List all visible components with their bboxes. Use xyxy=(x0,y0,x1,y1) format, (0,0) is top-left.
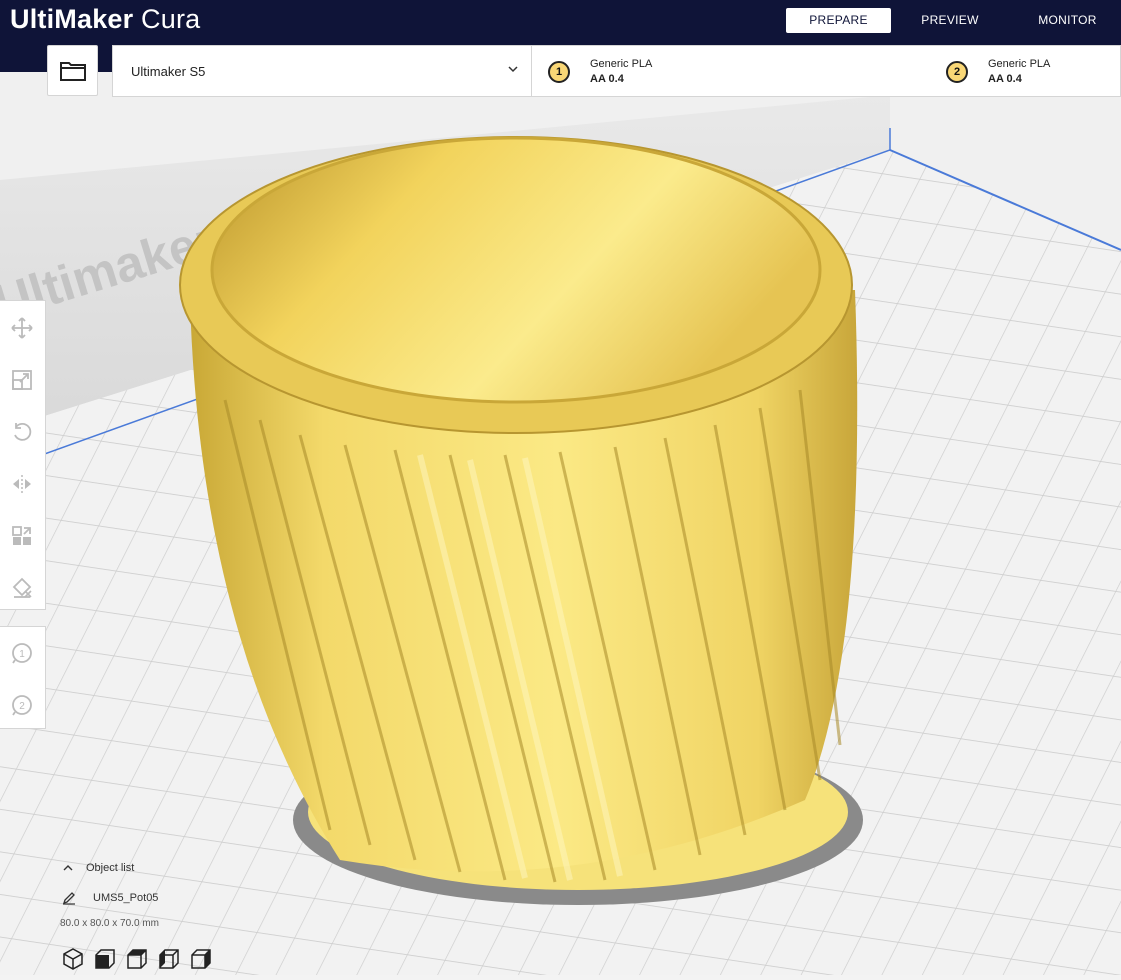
view-front-button[interactable] xyxy=(93,947,117,971)
mirror-tool-button[interactable] xyxy=(8,470,36,498)
view-3d-button[interactable] xyxy=(61,947,85,971)
support-blocker-icon xyxy=(12,577,32,598)
rotate-tool-button[interactable] xyxy=(8,418,36,446)
view-top-button[interactable] xyxy=(125,947,149,971)
build-plate-scene: Ultimaker S5 xyxy=(0,0,1121,975)
extruder-1-selector[interactable]: 1 Generic PLA AA 0.4 xyxy=(532,46,930,96)
pencil-icon[interactable] xyxy=(62,891,76,905)
front-view-icon xyxy=(95,949,115,969)
extruder-1-badge: 1 xyxy=(548,61,570,83)
app-logo: UltiMaker Cura xyxy=(10,4,201,34)
view-right-button[interactable] xyxy=(189,947,213,971)
printer-selector-bar: Ultimaker S5 1 Generic PLA AA 0.4 2 Gene… xyxy=(112,45,1121,97)
extruder-2-material: Generic PLA xyxy=(988,58,1051,70)
open-file-button[interactable] xyxy=(47,45,98,96)
extruder-2-selector[interactable]: 2 Generic PLA AA 0.4 xyxy=(930,46,1120,96)
support-blocker-button[interactable] xyxy=(8,574,36,602)
object-name[interactable]: UMS5_Pot05 xyxy=(93,892,158,904)
extruder-2-core: AA 0.4 xyxy=(988,73,1022,85)
extruder-2-icon: 2 xyxy=(12,695,32,716)
transform-toolbar xyxy=(0,300,46,610)
extruder-1-icon: 1 xyxy=(12,643,32,664)
viewport[interactable]: Ultimaker S5 xyxy=(0,0,1121,975)
move-icon xyxy=(11,317,33,339)
folder-icon xyxy=(59,61,86,81)
3d-view-icon xyxy=(63,948,83,970)
per-model-settings-icon xyxy=(12,526,31,545)
mirror-icon xyxy=(13,475,31,493)
extruder-1-tool-button[interactable]: 1 xyxy=(8,639,36,667)
tab-prepare[interactable]: PREPARE xyxy=(786,8,891,33)
object-list-header: Object list xyxy=(86,862,135,874)
left-view-icon xyxy=(159,949,179,969)
scale-tool-button[interactable] xyxy=(8,366,36,394)
tab-monitor[interactable]: MONITOR xyxy=(1020,8,1115,33)
move-tool-button[interactable] xyxy=(8,314,36,342)
per-model-settings-button[interactable] xyxy=(8,522,36,550)
object-dimensions: 80.0 x 80.0 x 70.0 mm xyxy=(60,918,159,929)
extruder-2-tool-button[interactable]: 2 xyxy=(8,691,36,719)
right-view-icon xyxy=(191,949,211,969)
extruder-toolbar: 1 2 xyxy=(0,626,46,729)
extruder-2-badge: 2 xyxy=(946,61,968,83)
extruder-1-material: Generic PLA xyxy=(590,58,653,70)
svg-text:2: 2 xyxy=(19,701,25,712)
chevron-up-icon xyxy=(63,865,73,871)
extruder-1-core: AA 0.4 xyxy=(590,73,624,85)
tab-preview[interactable]: PREVIEW xyxy=(900,8,1000,33)
view-left-button[interactable] xyxy=(157,947,181,971)
printer-selector[interactable]: Ultimaker S5 xyxy=(131,64,205,79)
svg-text:1: 1 xyxy=(19,649,25,660)
top-view-icon xyxy=(127,949,147,969)
scale-icon xyxy=(12,370,32,390)
object-list-toggle[interactable]: Object list xyxy=(60,860,260,878)
rotate-icon xyxy=(14,422,32,441)
chevron-down-icon[interactable] xyxy=(507,63,519,75)
